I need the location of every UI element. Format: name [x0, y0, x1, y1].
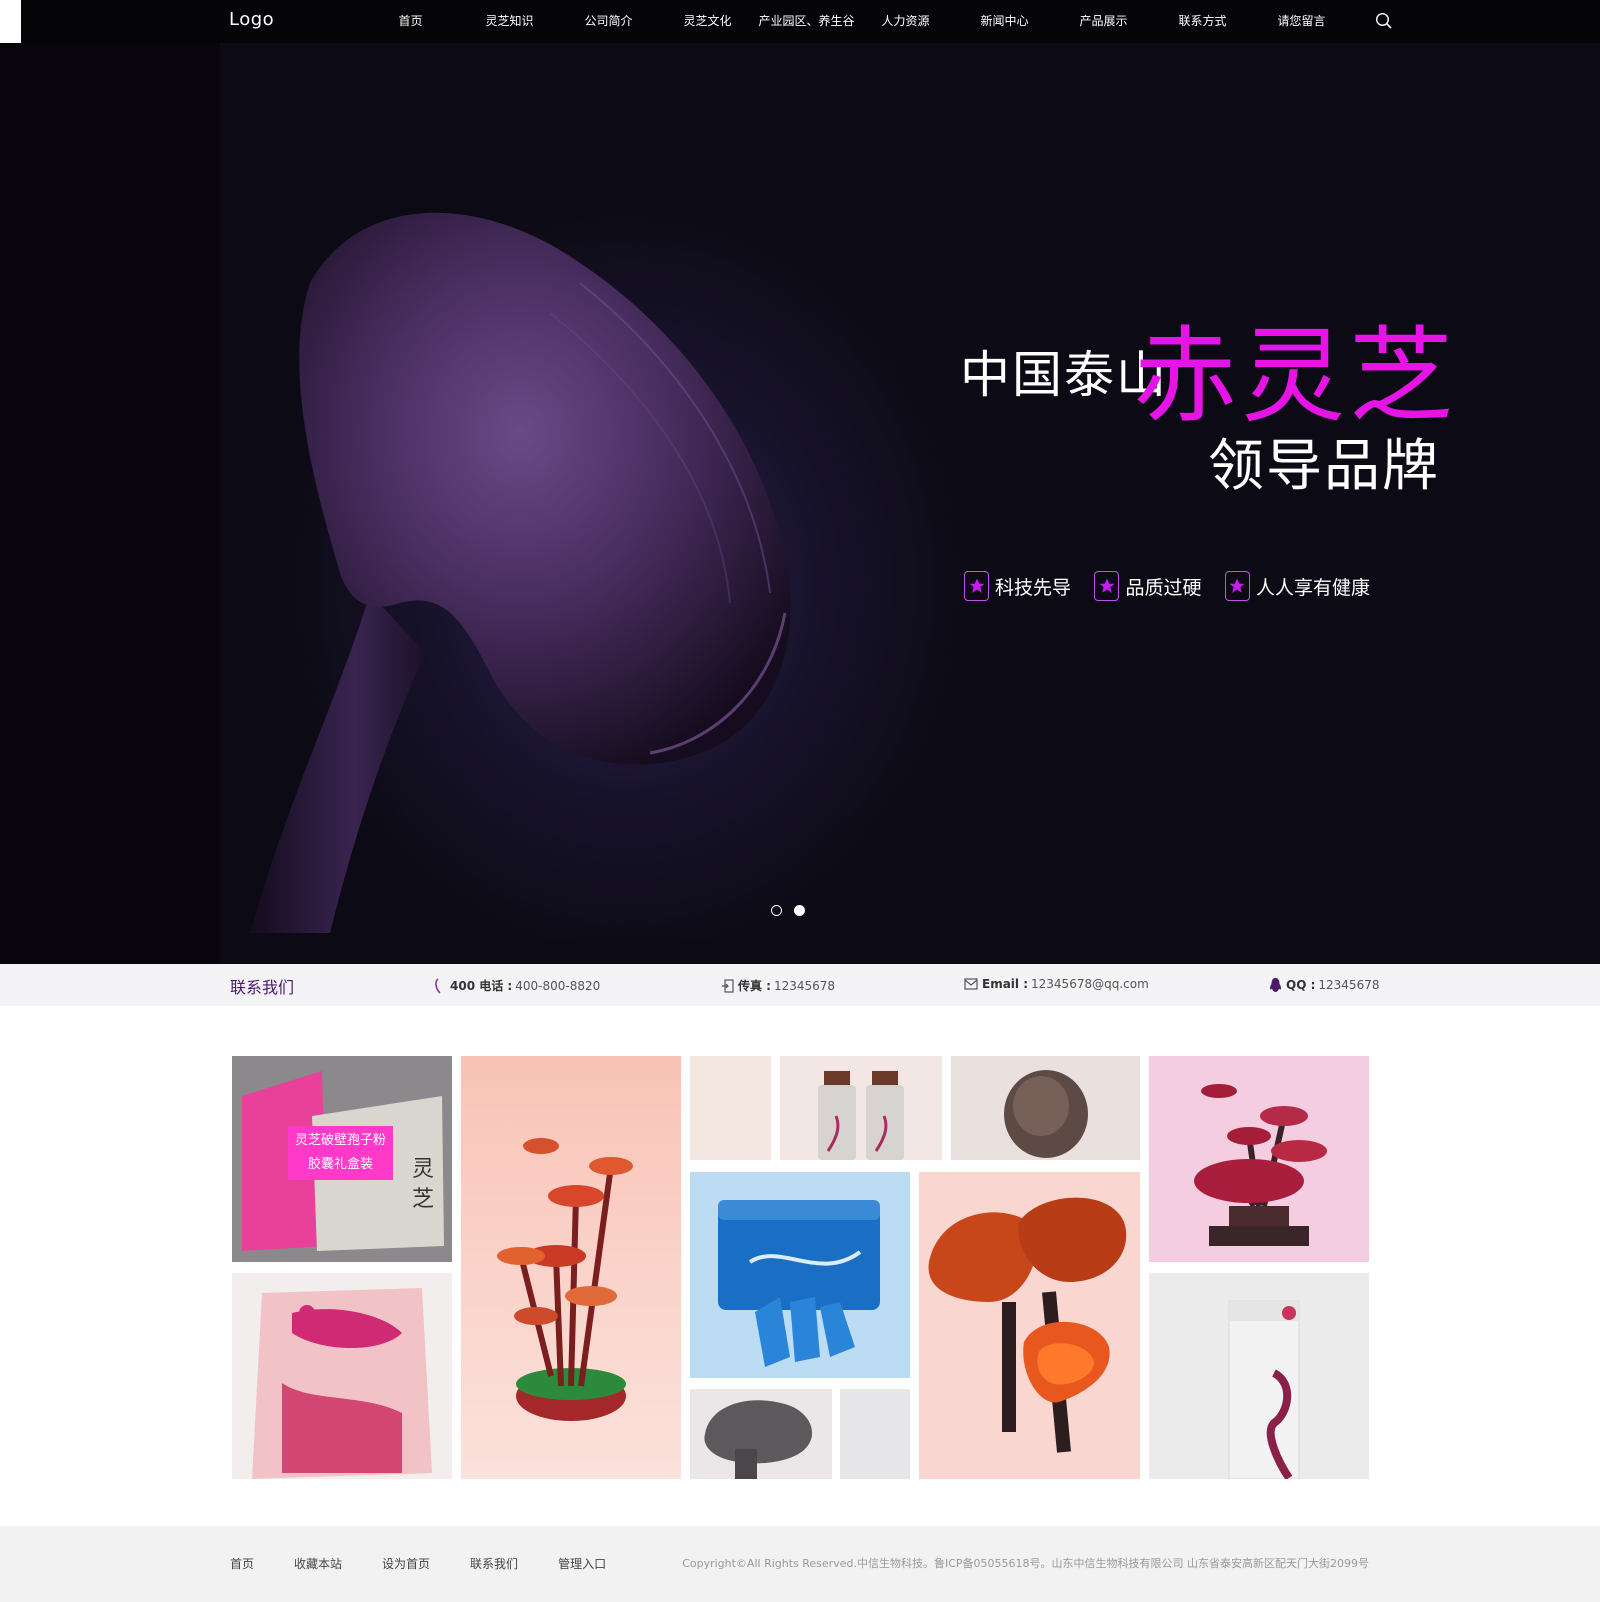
footer: 首页 收藏本站 设为首页 联系我们 管理入口 Copyright©All Rig… [0, 1526, 1600, 1602]
product-tile-blank-1 [690, 1056, 771, 1160]
hero-slogan-highlight: 赤灵芝 [1133, 315, 1458, 437]
lingzhi-stand-image [1194, 1084, 1327, 1246]
tea-box-image [718, 1200, 880, 1367]
feature-label: 科技先导 [995, 576, 1072, 599]
star-icon [964, 571, 989, 601]
fax-value: 12345678 [773, 978, 836, 993]
qq-info: QQ : 12345678 [1269, 977, 1379, 993]
feature-item: 品质过硬 [1094, 571, 1202, 601]
product-tile-sliced-pack[interactable] [232, 1273, 452, 1479]
product-overlay-label[interactable]: 灵芝破壁孢子粉 胶囊礼盒装 [288, 1126, 393, 1180]
nav-leave-message[interactable]: 请您留言 [1252, 0, 1351, 43]
feature-label: 品质过硬 [1125, 576, 1202, 599]
oral-liquid-bottles-image [818, 1071, 904, 1160]
product-tile-oral-liquid[interactable] [780, 1056, 942, 1160]
product-tile-red-lingzhi[interactable] [919, 1172, 1140, 1479]
feature-item: 科技先导 [964, 571, 1071, 601]
footer-link-home[interactable]: 首页 [230, 1555, 254, 1572]
qq-icon [1269, 978, 1282, 992]
phone-value: 400-800-8820 [515, 978, 601, 993]
slider-dot-2[interactable] [794, 905, 805, 916]
star-icon [1094, 571, 1120, 601]
footer-link-bookmark[interactable]: 收藏本站 [294, 1555, 342, 1572]
lingzhi-piece-image [1004, 1070, 1088, 1158]
hero-slogan-line3: 领导品牌 [1208, 434, 1440, 499]
product-tile-dark-lingzhi[interactable] [690, 1389, 832, 1479]
nav-news-center[interactable]: 新闻中心 [955, 0, 1054, 43]
product-tile-blank-2 [840, 1389, 910, 1479]
nav-contact[interactable]: 联系方式 [1153, 0, 1252, 43]
copyright-text: Copyright©All Rights Reserved.中信生物科技。鲁IC… [682, 1557, 1369, 1570]
lingzhi-bonsai-image [461, 1056, 681, 1479]
nav-products[interactable]: 产品展示 [1054, 0, 1153, 43]
footer-link-admin[interactable]: 管理入口 [558, 1555, 606, 1572]
top-navigation-bar: Logo 首页 灵芝知识 公司简介 灵芝文化 产业园区、养生谷 人力资源 新闻中… [21, 0, 1600, 43]
qq-value: 12345678 [1318, 978, 1380, 992]
nav-human-resources[interactable]: 人力资源 [856, 0, 955, 43]
nav-lingzhi-knowledge[interactable]: 灵芝知识 [460, 0, 559, 43]
phone-icon [435, 977, 441, 994]
nav-company-intro[interactable]: 公司简介 [559, 0, 658, 43]
feature-item: 人人享有健康 [1224, 571, 1370, 601]
fax-info: 传真 : 12345678 [722, 977, 835, 994]
feature-label: 人人享有健康 [1255, 576, 1370, 599]
red-lingzhi-image [928, 1197, 1127, 1453]
contact-strip: 联系我们 400 电话 : 400-800-8820 传真 : 12345678… [0, 964, 1600, 1006]
search-icon[interactable] [1375, 12, 1393, 30]
email-value[interactable]: 12345678@qq.com [1031, 977, 1149, 991]
product-tile-lingzhi-piece[interactable] [951, 1056, 1140, 1160]
footer-link-contact[interactable]: 联系我们 [470, 1555, 518, 1572]
star-icon [1224, 571, 1250, 601]
footer-links: 首页 收藏本站 设为首页 联系我们 管理入口 [230, 1555, 646, 1572]
svg-text:芝: 芝 [412, 1186, 434, 1211]
contact-title: 联系我们 [230, 978, 295, 997]
sliced-lingzhi-pack-image [252, 1288, 432, 1479]
fax-icon [722, 978, 734, 993]
product-tile-spore-powder-gift[interactable]: 灵 芝 灵芝破壁孢子粉 胶囊礼盒装 [232, 1056, 452, 1262]
product-tile-spore-powder-box[interactable] [1149, 1273, 1369, 1479]
dark-lingzhi-image [704, 1400, 813, 1479]
nav-industrial-park[interactable]: 产业园区、养生谷 [757, 0, 856, 43]
main-nav: 首页 灵芝知识 公司简介 灵芝文化 产业园区、养生谷 人力资源 新闻中心 产品展… [361, 0, 1351, 43]
hero-features: 科技先导 品质过硬 人人享有健康 [964, 571, 1370, 601]
slider-dot-1[interactable] [771, 905, 782, 916]
logo[interactable]: Logo [229, 9, 274, 30]
nav-lingzhi-culture[interactable]: 灵芝文化 [658, 0, 757, 43]
email-icon [964, 978, 978, 990]
nav-home[interactable]: 首页 [361, 0, 460, 43]
email-info: Email : 12345678@qq.com [964, 977, 1149, 991]
footer-link-set-homepage[interactable]: 设为首页 [382, 1555, 430, 1572]
phone-info: 400 电话 : 400-800-8820 [434, 977, 600, 994]
svg-text:灵: 灵 [412, 1156, 434, 1181]
slider-dots [771, 905, 805, 916]
spore-powder-box-image [1228, 1300, 1300, 1479]
product-tile-lingzhi-bonsai[interactable] [461, 1056, 681, 1479]
product-tile-tea-box[interactable] [690, 1172, 910, 1378]
hero-banner: 中国泰山 赤灵芝 领导品牌 科技先导 品质过硬 人人享有健康 [0, 43, 1600, 964]
product-tile-lingzhi-stand[interactable] [1149, 1056, 1369, 1262]
lingzhi-mushroom-image [250, 212, 791, 933]
